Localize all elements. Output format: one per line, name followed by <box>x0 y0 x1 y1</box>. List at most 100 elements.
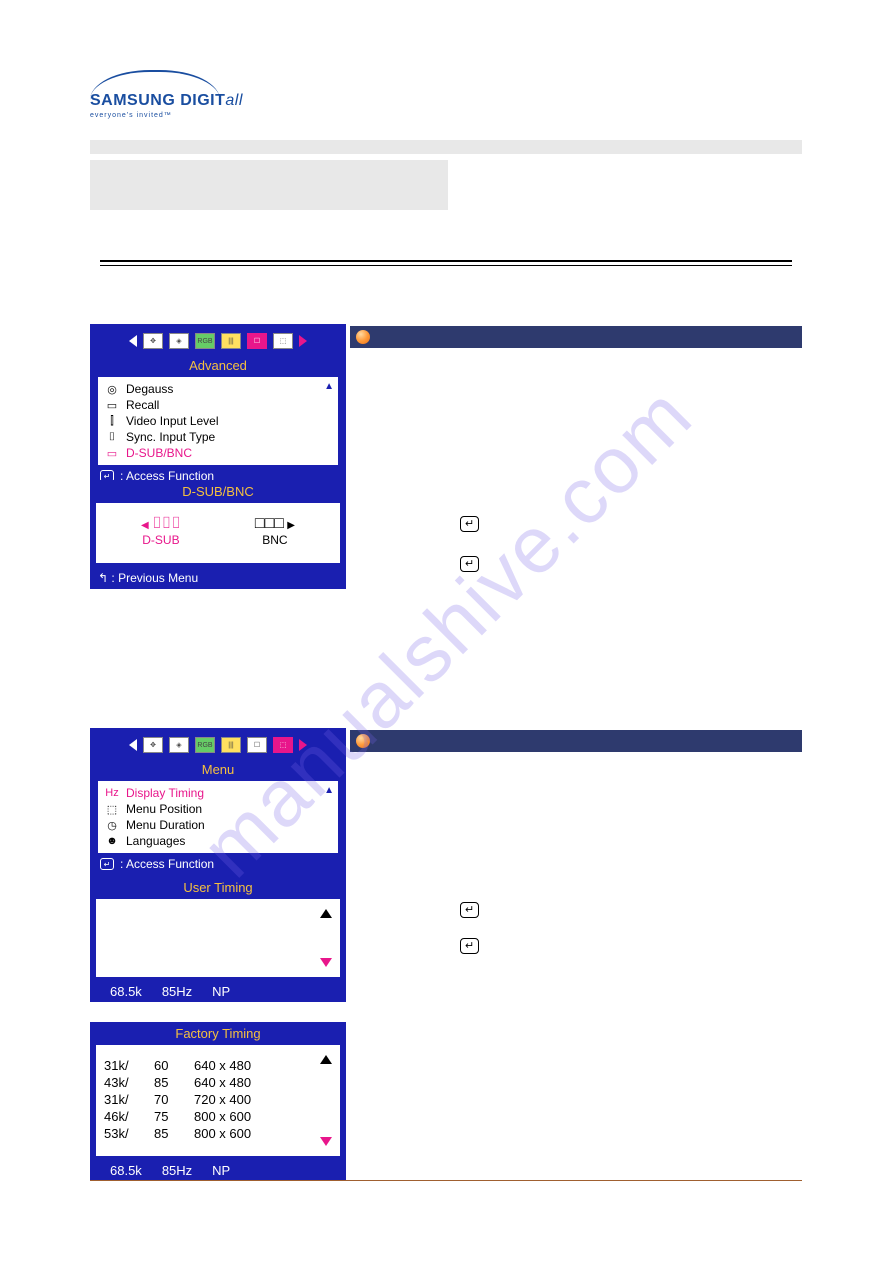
osd-menu-list: ▲ Hz Display Timing ⬚ Menu Position ◷ Menu Du… <box>98 781 338 853</box>
timing-footer: 68.5k 85Hz NP <box>90 1160 346 1181</box>
nav-left-icon[interactable] <box>129 335 137 347</box>
tab-icon-6[interactable]: ⬚ <box>273 333 293 349</box>
nav-left-icon[interactable] <box>129 739 137 751</box>
section-heading-bar-1 <box>350 326 802 348</box>
back-icon: ↰ <box>98 571 108 585</box>
dsub-label: D-SUB <box>141 533 181 547</box>
double-rule <box>100 260 792 262</box>
logo-text-main: SAMSUNG DIGIT <box>90 92 225 109</box>
dsub-conn-icon: ⌷⌷⌷ <box>152 515 181 532</box>
scroll-up-icon[interactable] <box>320 909 332 918</box>
item-label: Recall <box>126 398 159 412</box>
item-label: Display Timing <box>126 786 204 800</box>
timing-hfreq: 68.5k <box>110 1163 142 1178</box>
menu-item[interactable]: ⫿ Video Input Level <box>104 413 332 429</box>
item-label: Languages <box>126 834 185 848</box>
footer-text: : Previous Menu <box>111 571 198 585</box>
osd-icon-row: ✥ ◈ RGB ||| ☐ ⬚ <box>92 326 344 356</box>
divider-bar <box>90 140 802 154</box>
menu-item[interactable]: ◷ Menu Duration <box>104 817 332 833</box>
nav-right-icon[interactable] <box>299 335 307 347</box>
bullet-icon <box>356 330 370 344</box>
osd-dsub-title: D-SUB/BNC <box>90 480 346 503</box>
timing-vfreq: 85Hz <box>162 984 192 999</box>
item-icon: ▭ <box>104 447 120 460</box>
item-icon: ⫿ <box>104 415 120 428</box>
timing-row: 31k/60640 x 480 <box>104 1057 332 1074</box>
timing-row: 43k/85640 x 480 <box>104 1074 332 1091</box>
bnc-option[interactable]: □□□ ▶ BNC <box>255 515 295 547</box>
tab-icon-rgb[interactable]: RGB <box>195 333 215 349</box>
enter-icon: ↵ <box>460 902 479 918</box>
timing-row: 53k/85800 x 600 <box>104 1125 332 1142</box>
item-label: Menu Position <box>126 802 202 816</box>
osd-menu-title: Menu <box>92 760 344 781</box>
enter-icon: ↵ <box>460 556 479 572</box>
scroll-up-icon[interactable]: ▲ <box>324 785 334 796</box>
user-timing-title: User Timing <box>90 876 346 899</box>
item-label: D-SUB/BNC <box>126 446 192 460</box>
logo-tagline: everyone's invited™ <box>90 112 243 119</box>
menu-item[interactable]: ☻ Languages <box>104 833 332 849</box>
item-label: Video Input Level <box>126 414 219 428</box>
dsub-option[interactable]: ◀ ⌷⌷⌷ D-SUB <box>141 515 181 547</box>
scroll-up-icon[interactable] <box>320 1055 332 1064</box>
bnc-conn-icon: □□□ <box>255 515 284 532</box>
item-icon: ◷ <box>104 819 120 832</box>
tab-icon-advanced[interactable]: ☐ <box>247 333 267 349</box>
samsung-logo: SAMSUNG DIGITall everyone's invited™ <box>90 70 243 119</box>
tab-icon-2[interactable]: ◈ <box>169 737 189 753</box>
osd-footer: ↵ : Access Function <box>92 853 344 875</box>
header-banner <box>90 160 802 210</box>
osd-title: Advanced <box>92 356 344 377</box>
tab-icon-2[interactable]: ◈ <box>169 333 189 349</box>
timing-row: 46k/75800 x 600 <box>104 1108 332 1125</box>
menu-item[interactable]: ◎ Degauss <box>104 381 332 397</box>
left-arrow-icon: ◀ <box>141 520 149 531</box>
bullet-icon <box>356 734 370 748</box>
enter-icon: ↵ <box>460 516 479 532</box>
tab-icon-rgb[interactable]: RGB <box>195 737 215 753</box>
scroll-down-icon[interactable] <box>320 1137 332 1146</box>
menu-item[interactable]: ▭ Recall <box>104 397 332 413</box>
osd-factory-timing-panel: Factory Timing 31k/60640 x 48043k/85640 … <box>90 1022 346 1181</box>
osd-dsub-panel: D-SUB/BNC ◀ ⌷⌷⌷ D-SUB □□□ ▶ BNC ↰ : Prev… <box>90 480 346 589</box>
timing-polarity: NP <box>212 1163 230 1178</box>
logo-text-ital: all <box>225 92 243 109</box>
tab-icon-5[interactable]: ☐ <box>247 737 267 753</box>
tab-icon-1[interactable]: ✥ <box>143 333 163 349</box>
timing-hfreq: 68.5k <box>110 984 142 999</box>
osd-menu-panel: ✥ ◈ RGB ||| ☐ ⬚ Menu ▲ HzDisplay Timing⬚… <box>90 728 346 877</box>
osd-advanced-list: ▲ ◎ Degauss ▭ Recall ⫿ Video Input Level⌷Sync… <box>98 377 338 465</box>
item-label: Sync. Input Type <box>126 430 215 444</box>
section-heading-bar-2 <box>350 730 802 752</box>
tab-icon-4[interactable]: ||| <box>221 737 241 753</box>
enter-icon: ↵ <box>460 938 479 954</box>
footer-text: : Access Function <box>120 857 214 871</box>
item-icon: ⬚ <box>104 803 120 816</box>
right-arrow-icon: ▶ <box>287 520 295 531</box>
item-icon: ▭ <box>104 399 120 412</box>
osd-advanced-panel: ✥ ◈ RGB ||| ☐ ⬚ Advanced ▲ ◎ Degauss ▭ Reca… <box>90 324 346 489</box>
bnc-label: BNC <box>255 533 295 547</box>
osd-icon-row: ✥ ◈ RGB ||| ☐ ⬚ <box>92 730 344 760</box>
timing-polarity: NP <box>212 984 230 999</box>
item-icon: Hz <box>104 787 120 799</box>
enter-icon: ↵ <box>100 858 114 870</box>
item-label: Menu Duration <box>126 818 205 832</box>
menu-item[interactable]: ▭ D-SUB/BNC <box>104 445 332 461</box>
item-icon: ☻ <box>104 835 120 847</box>
tab-icon-menu[interactable]: ⬚ <box>273 737 293 753</box>
tab-icon-4[interactable]: ||| <box>221 333 241 349</box>
item-icon: ◎ <box>104 383 120 396</box>
item-label: Degauss <box>126 382 173 396</box>
osd-dsub-footer: ↰ : Previous Menu <box>90 567 346 589</box>
tab-icon-1[interactable]: ✥ <box>143 737 163 753</box>
nav-right-icon[interactable] <box>299 739 307 751</box>
menu-item[interactable]: ⌷Sync. Input Type <box>104 429 332 445</box>
scroll-up-icon[interactable]: ▲ <box>324 381 334 392</box>
menu-item[interactable]: Hz Display Timing <box>104 785 332 801</box>
menu-item[interactable]: ⬚ Menu Position <box>104 801 332 817</box>
scroll-down-icon[interactable] <box>320 958 332 967</box>
factory-timing-title: Factory Timing <box>90 1022 346 1045</box>
